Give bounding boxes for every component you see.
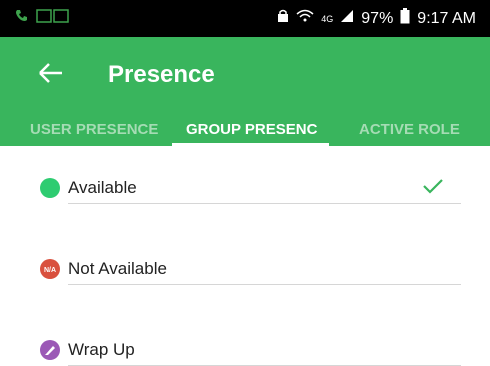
presence-item-not-available[interactable]: N/A Not Available <box>40 255 461 285</box>
item-divider <box>68 203 461 204</box>
presence-item-wrap-up[interactable]: Wrap Up <box>40 336 461 366</box>
tab-indicator <box>172 143 329 146</box>
network-type: 4G <box>321 13 334 24</box>
tab-user-presence[interactable]: USER PRESENCE <box>30 121 158 138</box>
back-arrow-icon[interactable] <box>38 60 70 90</box>
page-title: Presence <box>108 61 215 88</box>
presence-label: Not Available <box>68 259 167 278</box>
available-dot-icon <box>40 178 60 198</box>
status-right-info: 4G 97% 9:17 AM <box>277 8 476 29</box>
presence-label: Available <box>68 178 137 197</box>
battery-icon <box>400 8 410 29</box>
wifi-icon <box>296 9 314 28</box>
status-left-icons <box>14 8 70 29</box>
tab-active-role[interactable]: ACTIVE ROLE <box>359 121 460 138</box>
clock: 9:17 AM <box>417 9 476 27</box>
svg-text:N/A: N/A <box>44 267 56 274</box>
call-icon <box>14 8 30 29</box>
signal-icon <box>340 9 354 28</box>
battery-percent: 97% <box>361 9 394 27</box>
tab-bar: USER PRESENCE GROUP PRESENC ACTIVE ROLE <box>0 113 490 146</box>
tab-group-presence[interactable]: GROUP PRESENC <box>186 121 317 138</box>
app-bar: Presence <box>0 37 490 113</box>
lock-icon <box>277 9 289 28</box>
item-divider <box>68 284 461 285</box>
presence-item-available[interactable]: Available <box>40 174 461 204</box>
checkmark-icon <box>421 174 445 198</box>
wrap-up-icon <box>40 340 60 360</box>
presence-label: Wrap Up <box>68 340 135 359</box>
sim-icon <box>36 8 70 29</box>
not-available-icon: N/A <box>40 259 60 279</box>
status-bar: 4G 97% 9:17 AM <box>0 0 490 37</box>
